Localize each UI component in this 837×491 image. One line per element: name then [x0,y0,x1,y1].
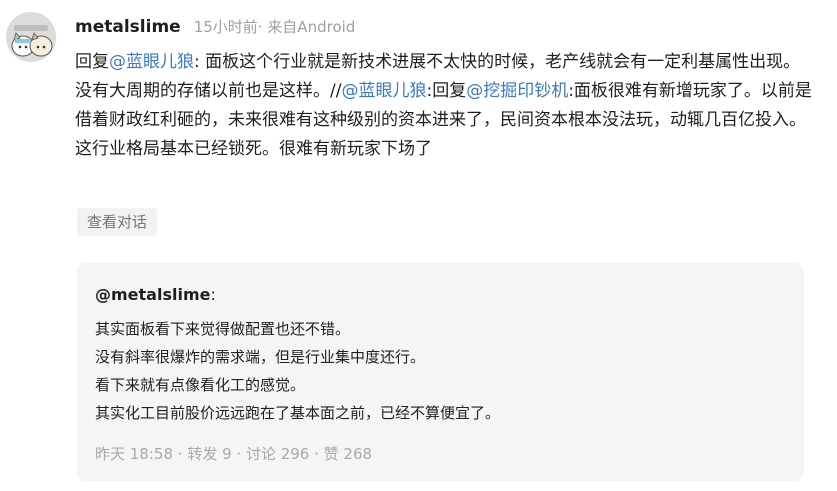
quoted-post[interactable]: @metalslime: 其实面板看下来觉得做配置也还不错。 没有斜率很爆炸的需… [77,263,804,481]
post-body: 回复@蓝眼儿狼: 面板这个行业就是新技术进展不太快的时候，老产线就会有一定利基属… [75,48,815,164]
separator: · [309,445,324,463]
mention-link[interactable]: @蓝眼儿狼 [109,52,194,72]
quoted-username[interactable]: @metalslime [95,285,210,304]
view-conversation-button[interactable]: 查看对话 [77,208,158,236]
post-text: : 面板这个行业就是新技术进展不太快的时候，老产线就会有一定利基属性出现。 [194,52,801,72]
comment-count[interactable]: 讨论 296 [246,445,309,463]
quoted-line: 其实面板看下来觉得做配置也还不错。 [95,320,351,338]
avatar[interactable] [6,12,56,62]
reply-prefix: 回复 [75,52,109,72]
mention-link[interactable]: @挖掘印钞机 [466,81,568,101]
quoted-line: 没有斜率很爆炸的需求端，但是行业集中度还行。 [95,348,426,366]
post-text: :回复 [426,81,467,101]
separator: · [231,445,246,463]
post-text: 没有大周期的存储以前也是这样。// [75,81,342,101]
quoted-author: @metalslime: [95,285,216,304]
quoted-line: 其实化工目前股价远远跑在了基本面之前，已经不算便宜了。 [95,404,501,422]
post-meta: 15小时前· 来自Android [193,18,356,36]
separator: · [173,445,188,463]
cartoon-cats-avatar-icon [6,12,56,62]
quoted-text: 其实面板看下来觉得做配置也还不错。 没有斜率很爆炸的需求端，但是行业集中度还行。… [95,315,500,427]
quoted-line: 看下来就有点像看化工的感觉。 [95,376,306,394]
post-line-1: 回复@蓝眼儿狼: 面板这个行业就是新技术进展不太快的时候，老产线就会有一定利基属… [75,48,815,77]
post-line-2: 没有大周期的存储以前也是这样。//@蓝眼儿狼:回复@挖掘印钞机:面板很难有新增玩… [75,77,815,164]
mention-link[interactable]: @蓝眼儿狼 [341,81,426,101]
post-header: metalslime 15小时前· 来自Android [75,16,355,37]
repost-count[interactable]: 转发 9 [187,445,231,463]
username[interactable]: metalslime [75,17,181,37]
like-count[interactable]: 赞 268 [324,445,372,463]
quoted-footer: 昨天 18:58 · 转发 9 · 讨论 296 · 赞 268 [95,443,372,464]
quoted-timestamp: 昨天 18:58 [95,445,173,463]
quoted-colon: : [210,285,216,304]
